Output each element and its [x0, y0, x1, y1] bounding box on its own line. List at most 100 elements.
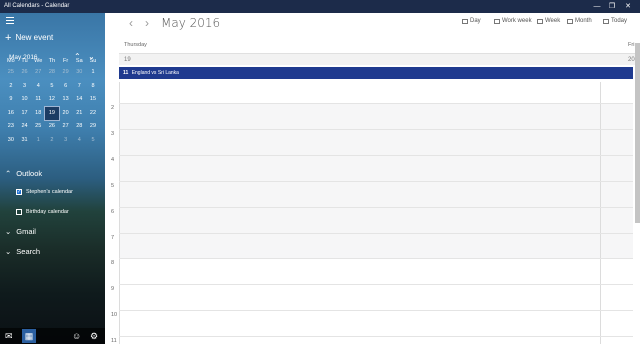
mini-calendar-day[interactable]: 16 [4, 107, 18, 121]
mini-calendar-day[interactable]: 27 [31, 66, 45, 80]
gmail-label: Gmail [16, 227, 36, 236]
mini-calendar-day[interactable]: 29 [59, 66, 73, 80]
day-view: Thursday Fri 19 20 11 England vs Sri Lan… [105, 35, 640, 344]
mini-calendar-day[interactable]: 28 [45, 66, 59, 80]
checkbox-checked-icon[interactable]: ✓ [16, 189, 22, 195]
mini-calendar-day[interactable]: 4 [72, 134, 86, 148]
mail-icon[interactable]: ✉ [5, 331, 13, 341]
calendar-icon[interactable]: ▦ [22, 329, 36, 343]
mini-calendar-day[interactable]: 31 [18, 134, 32, 148]
search-section[interactable]: ⌄ Search [5, 247, 40, 256]
maximize-button[interactable]: ❐ [605, 2, 619, 11]
calendar-item-birthday[interactable]: Birthday calendar [16, 209, 69, 215]
mini-calendar-day[interactable]: 10 [18, 93, 32, 107]
weekday-header: Sa [75, 58, 83, 64]
mini-calendar-day[interactable]: 8 [86, 80, 100, 94]
mini-calendar-week: 16 17 18 19 20 21 22 [4, 105, 100, 122]
mini-calendar-day[interactable]: 11 [31, 93, 45, 107]
mini-calendar-day[interactable]: 29 [86, 120, 100, 134]
outlook-section[interactable]: ⌃ Outlook [5, 169, 42, 178]
hour-grid[interactable]: 2 3 4 5 6 7 8 9 10 11 [105, 82, 633, 344]
mini-calendar-day[interactable]: 22 [86, 107, 100, 121]
settings-gear-icon[interactable]: ⚙ [90, 331, 98, 341]
hour-label: 8 [111, 260, 115, 266]
mini-calendar-day[interactable]: 26 [45, 120, 59, 134]
mini-calendar-day[interactable]: 18 [31, 107, 45, 121]
hour-label: 3 [111, 131, 115, 137]
mini-calendar-day[interactable]: 3 [18, 80, 32, 94]
column-divider [119, 82, 120, 344]
minimize-button[interactable]: — [590, 2, 604, 11]
search-label: Search [16, 247, 41, 256]
calendar-label: Stephen's calendar [26, 189, 73, 195]
hour-label: 4 [111, 157, 115, 163]
today-button[interactable]: Today [603, 18, 627, 24]
mini-calendar-day[interactable]: 12 [45, 93, 59, 107]
close-button[interactable]: ✕ [621, 2, 635, 11]
week-view-button[interactable]: Week [537, 18, 560, 24]
mini-calendar-day[interactable]: 5 [45, 80, 59, 94]
hour-line [119, 233, 633, 234]
hour-line [119, 258, 633, 259]
mini-calendar-day[interactable]: 21 [72, 107, 86, 121]
mini-calendar-day[interactable]: 13 [59, 93, 73, 107]
mini-calendar-day[interactable]: 4 [31, 80, 45, 94]
hamburger-menu-icon[interactable] [6, 17, 14, 26]
work-week-view-button[interactable]: Work week [494, 18, 532, 24]
hour-line [119, 181, 633, 182]
week-view-icon [537, 18, 543, 24]
calendar-event[interactable]: 11 England vs Sri Lanka [119, 67, 633, 79]
chevron-up-icon: ⌃ [5, 169, 12, 178]
month-title[interactable]: May 2016 [161, 16, 220, 30]
mini-calendar-day[interactable]: 2 [4, 80, 18, 94]
day-view-label: Day [470, 18, 481, 24]
feedback-smiley-icon[interactable]: ☺ [72, 331, 81, 341]
weekday-header: Tu [21, 58, 28, 64]
mini-calendar-day[interactable]: 3 [59, 134, 73, 148]
gmail-section[interactable]: ⌄ Gmail [5, 227, 36, 236]
hour-line [119, 155, 633, 156]
mini-calendar-day[interactable]: 25 [31, 120, 45, 134]
mini-calendar-day[interactable]: 17 [18, 107, 32, 121]
new-event-button[interactable]: + New event [5, 32, 54, 43]
mini-calendar-day[interactable]: 25 [4, 66, 18, 80]
hour-label: 2 [111, 105, 115, 111]
mini-calendar-day[interactable]: 20 [59, 107, 73, 121]
chevron-down-icon: ⌄ [5, 247, 12, 256]
previous-arrow-icon[interactable]: ‹ [129, 16, 133, 30]
all-day-row[interactable]: 19 20 [119, 53, 640, 65]
mini-calendar-day[interactable]: 30 [72, 66, 86, 80]
mini-calendar-day[interactable]: 28 [72, 120, 86, 134]
mini-calendar-selected-day[interactable]: 19 [44, 105, 60, 122]
title-bar: All Calendars - Calendar — ❐ ✕ [0, 0, 640, 13]
mini-calendar-day[interactable]: 15 [86, 93, 100, 107]
mini-calendar-day[interactable]: 9 [4, 93, 18, 107]
day-view-button[interactable]: Day [462, 18, 481, 24]
day-view-icon [462, 18, 468, 24]
new-event-label: New event [15, 33, 54, 42]
mini-calendar-day[interactable]: 24 [18, 120, 32, 134]
vertical-scrollbar[interactable] [635, 43, 640, 223]
hour-line [119, 310, 633, 311]
mini-calendar-day[interactable]: 1 [86, 66, 100, 80]
mini-calendar-day[interactable]: 26 [18, 66, 32, 80]
mini-calendar-day[interactable]: 2 [45, 134, 59, 148]
month-view-button[interactable]: Month [567, 18, 592, 24]
mini-calendar-day[interactable]: 6 [59, 80, 73, 94]
next-arrow-icon[interactable]: › [145, 16, 149, 30]
mini-calendar-day[interactable]: 14 [72, 93, 86, 107]
mini-calendar-day[interactable]: 5 [86, 134, 100, 148]
mini-calendar-day[interactable]: 27 [59, 120, 73, 134]
mini-calendar-day[interactable]: 1 [31, 134, 45, 148]
mini-calendar-week: 25 26 27 28 29 30 1 [4, 66, 100, 80]
mini-calendar-day[interactable]: 23 [4, 120, 18, 134]
sidebar: + New event May 2016 ⌃ ⌄ Mo Tu We Th Fr … [0, 13, 105, 344]
outlook-label: Outlook [16, 169, 43, 178]
mini-calendar-day[interactable]: 7 [72, 80, 86, 94]
mini-calendar-weekdays: Mo Tu We Th Fr Sa Su [4, 57, 100, 66]
calendar-label: Birthday calendar [26, 209, 69, 215]
mini-calendar-day[interactable]: 30 [4, 134, 18, 148]
sidebar-bottom-bar: ✉ ▦ ☺ ⚙ [0, 328, 105, 344]
checkbox-icon[interactable] [16, 209, 22, 215]
calendar-item-stephens[interactable]: ✓ Stephen's calendar [16, 189, 73, 195]
